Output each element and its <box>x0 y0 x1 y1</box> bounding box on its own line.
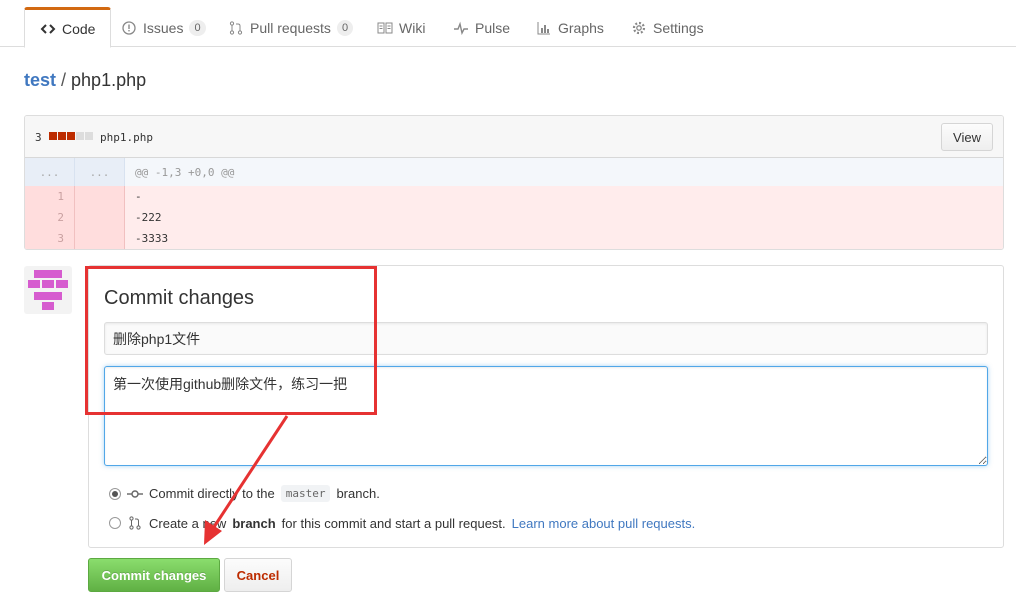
file-name: php1.php <box>100 131 153 144</box>
line-number-old[interactable]: 2 <box>25 207 75 228</box>
tab-settings[interactable]: Settings <box>616 7 719 48</box>
line-number-old[interactable]: 3 <box>25 228 75 249</box>
view-file-button[interactable]: View <box>941 123 993 151</box>
git-commit-icon <box>127 486 143 502</box>
diffstat-block <box>85 132 93 140</box>
commit-new-prefix: Create a new <box>149 515 227 531</box>
pulse-icon <box>453 20 469 36</box>
commit-new-suffix: for this commit and start a pull request… <box>281 515 506 531</box>
graph-icon <box>536 20 552 36</box>
commit-direct-option[interactable]: Commit directly to the master branch. <box>109 485 380 502</box>
repo-tabnav: Code Issues 0 Pull requests 0 Wiki Pulse… <box>0 0 1016 48</box>
diffstat-blocks <box>49 132 93 140</box>
commit-direct-prefix: Commit directly to the <box>149 486 275 501</box>
diff-line-deleted: 1 - <box>25 186 1003 207</box>
commit-direct-suffix: branch. <box>336 486 380 501</box>
cancel-button[interactable]: Cancel <box>224 558 292 592</box>
diffstat-block <box>49 132 57 140</box>
line-number-new[interactable]: ... <box>75 158 125 186</box>
commit-changes-button[interactable]: Commit changes <box>88 558 220 592</box>
diff-line-deleted: 3 -3333 <box>25 228 1003 249</box>
line-number-old[interactable]: ... <box>25 158 75 186</box>
issue-icon <box>121 20 137 36</box>
hunk-header: @@ -1,3 +0,0 @@ <box>135 165 235 179</box>
tab-label: Graphs <box>558 19 604 36</box>
diffstat-block <box>76 132 84 140</box>
code-icon <box>40 21 56 37</box>
issues-counter: 0 <box>189 19 206 36</box>
file-diff: 3 php1.php View ... ... @@ -1,3 +0,0 @@ … <box>24 115 1004 250</box>
diff-line-code: -3333 <box>135 232 169 245</box>
file-header: 3 php1.php View <box>25 116 1003 158</box>
commit-new-bold: branch <box>232 515 276 531</box>
line-number-new <box>75 207 125 228</box>
line-number-old[interactable]: 1 <box>25 186 75 207</box>
tab-label: Pull requests <box>250 19 331 36</box>
tab-label: Issues <box>143 19 184 36</box>
commit-new-branch-option[interactable]: Create a new branch for this commit and … <box>109 515 695 531</box>
commit-direct-radio[interactable] <box>109 487 121 500</box>
pull-request-icon <box>228 20 244 36</box>
diffstat-block <box>58 132 66 140</box>
diff-line-code: -222 <box>135 211 162 224</box>
tab-issues[interactable]: Issues 0 <box>106 7 221 48</box>
tab-pulse[interactable]: Pulse <box>438 7 525 48</box>
tab-graphs[interactable]: Graphs <box>521 7 619 48</box>
commit-summary-input[interactable] <box>104 322 988 355</box>
tab-code[interactable]: Code <box>24 7 112 48</box>
breadcrumb: test / php1.php <box>24 70 146 91</box>
tab-pull-requests[interactable]: Pull requests 0 <box>213 7 368 48</box>
commit-form: Commit changes 第一次使用github删除文件，练习一把 Comm… <box>88 265 1004 548</box>
avatar <box>24 266 72 314</box>
commit-description-textarea[interactable]: 第一次使用github删除文件，练习一把 <box>104 366 988 466</box>
commit-new-branch-radio[interactable] <box>109 517 121 529</box>
tab-label: Settings <box>653 19 704 36</box>
branch-name: master <box>280 485 331 502</box>
breadcrumb-separator: / <box>61 70 67 90</box>
tab-wiki[interactable]: Wiki <box>362 7 440 48</box>
diff-line-code: - <box>135 190 142 203</box>
tab-label: Code <box>62 20 96 37</box>
learn-more-link[interactable]: Learn more about pull requests. <box>512 516 696 531</box>
line-number-new <box>75 228 125 249</box>
gear-icon <box>631 20 647 36</box>
line-number-new <box>75 186 125 207</box>
diffstat-count: 3 <box>35 131 42 144</box>
pull-requests-counter: 0 <box>336 19 354 36</box>
book-icon <box>377 20 393 36</box>
breadcrumb-file: php1.php <box>71 70 147 90</box>
breadcrumb-repo-link[interactable]: test <box>24 70 56 90</box>
pull-request-icon <box>127 515 143 531</box>
diffstat-block <box>67 132 75 140</box>
diff-line-deleted: 2 -222 <box>25 207 1003 228</box>
hunk-header-row: ... ... @@ -1,3 +0,0 @@ <box>25 158 1003 186</box>
commit-form-title: Commit changes <box>104 287 255 309</box>
tab-label: Pulse <box>475 19 511 36</box>
identicon-icon <box>28 270 68 310</box>
tab-label: Wiki <box>399 19 426 36</box>
